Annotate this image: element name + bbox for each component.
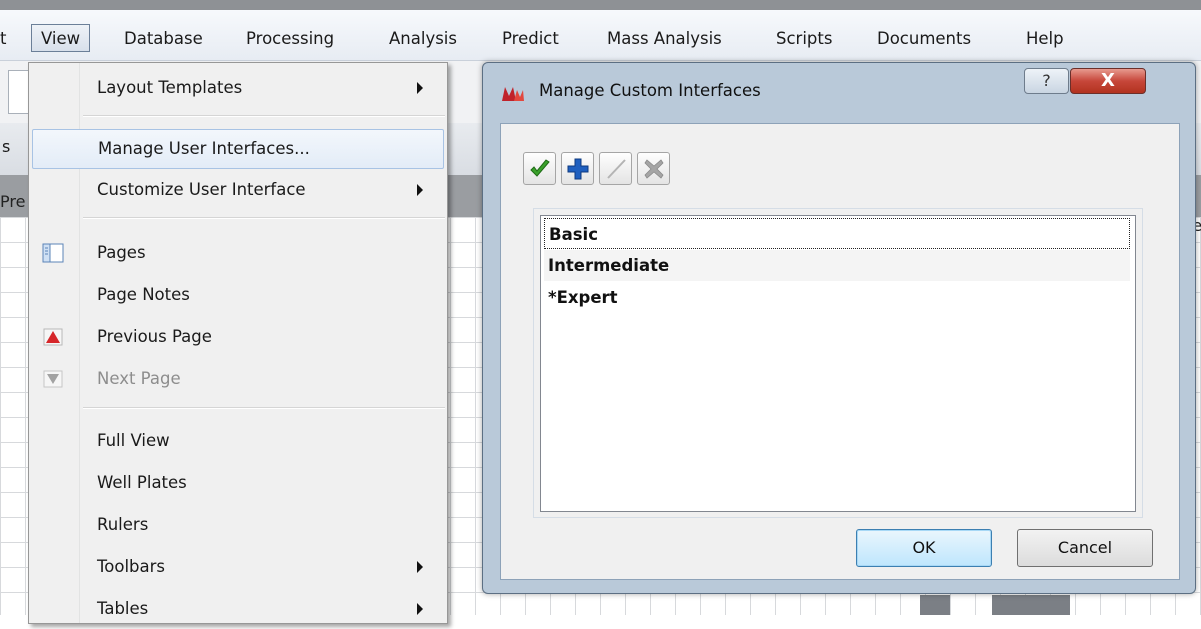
menu-item-label: Rulers	[97, 515, 149, 534]
delete-interface-button[interactable]	[637, 152, 670, 185]
add-plus-icon	[567, 158, 589, 180]
menu-item-manage-user-interfaces[interactable]: Manage User Interfaces...	[32, 129, 444, 169]
interfaces-listbox[interactable]: Basic Intermediate *Expert	[540, 215, 1136, 512]
menu-analysis[interactable]: Analysis	[389, 26, 457, 52]
menu-partial-item[interactable]: t	[0, 26, 6, 52]
cancel-button[interactable]: Cancel	[1017, 529, 1153, 567]
menu-item-label: Tables	[97, 599, 149, 618]
toolbar-field[interactable]	[8, 70, 30, 114]
submenu-arrow-icon	[417, 82, 423, 94]
menu-item-rulers[interactable]: Rulers	[29, 505, 447, 545]
menu-item-toolbars[interactable]: Toolbars	[29, 547, 447, 587]
add-interface-button[interactable]	[561, 152, 594, 185]
menu-item-label: Full View	[97, 431, 170, 450]
menu-predict[interactable]: Predict	[502, 26, 559, 52]
menu-item-label: Customize User Interface	[97, 180, 306, 199]
menu-item-well-plates[interactable]: Well Plates	[29, 463, 447, 503]
dialog-title: Manage Custom Interfaces	[539, 81, 761, 100]
menu-bar: t View Database Processing Analysis Pred…	[0, 10, 1201, 61]
menu-item-customize-user-interface[interactable]: Customize User Interface	[29, 170, 447, 210]
menu-item-label: Next Page	[97, 369, 181, 388]
submenu-arrow-icon	[417, 184, 423, 196]
pages-icon	[42, 242, 64, 264]
apply-check-icon	[530, 159, 550, 177]
next-page-icon	[42, 368, 64, 390]
menu-mass-analysis[interactable]: Mass Analysis	[607, 26, 722, 52]
interface-item-expert[interactable]: *Expert	[544, 282, 1130, 313]
manage-custom-interfaces-dialog: Manage Custom Interfaces ? X Basic Inter…	[482, 62, 1196, 594]
menu-view[interactable]: View	[31, 24, 91, 52]
menu-item-pages[interactable]: Pages	[29, 233, 447, 273]
menu-item-label: Well Plates	[97, 473, 187, 492]
menu-scripts[interactable]: Scripts	[776, 26, 832, 52]
submenu-arrow-icon	[417, 561, 423, 573]
submenu-arrow-icon	[417, 603, 423, 615]
menu-item-label: Layout Templates	[97, 78, 243, 97]
previous-page-icon	[42, 326, 64, 348]
help-button[interactable]: ?	[1024, 68, 1069, 94]
menu-help[interactable]: Help	[1026, 26, 1064, 52]
app-logo-icon	[501, 84, 525, 102]
menu-item-label: Page Notes	[97, 285, 190, 304]
menu-item-previous-page[interactable]: Previous Page	[29, 317, 447, 357]
menu-item-label: Toolbars	[97, 557, 166, 576]
edit-interface-button[interactable]	[599, 152, 632, 185]
menu-item-label: Previous Page	[97, 327, 212, 346]
menu-database[interactable]: Database	[124, 26, 203, 52]
delete-x-icon	[644, 159, 664, 179]
partial-left-label: Pre	[0, 192, 26, 211]
menu-item-label: Manage User Interfaces...	[98, 139, 310, 158]
bottom-dark-blocks	[920, 595, 1070, 615]
interface-item-basic[interactable]: Basic	[544, 218, 1130, 249]
dialog-client-area: Basic Intermediate *Expert OK Cancel	[500, 123, 1180, 580]
menu-separator	[83, 407, 445, 409]
menu-item-tables[interactable]: Tables	[29, 589, 447, 629]
edit-pencil-icon	[607, 159, 626, 179]
tab-partial-label[interactable]: s	[2, 137, 10, 156]
menu-separator	[83, 115, 445, 117]
menu-item-next-page[interactable]: Next Page	[29, 359, 447, 399]
menu-item-page-notes[interactable]: Page Notes	[29, 275, 447, 315]
menu-processing[interactable]: Processing	[246, 26, 334, 52]
menu-documents[interactable]: Documents	[877, 26, 971, 52]
menu-item-label: Pages	[97, 243, 146, 262]
menu-item-full-view[interactable]: Full View	[29, 421, 447, 461]
apply-button[interactable]	[523, 152, 556, 185]
ok-button[interactable]: OK	[856, 529, 992, 567]
view-menu-dropdown: Layout Templates Manage User Interfaces.…	[28, 62, 448, 624]
menu-item-layout-templates[interactable]: Layout Templates	[29, 68, 447, 108]
interface-item-intermediate[interactable]: Intermediate	[544, 250, 1130, 281]
close-button[interactable]: X	[1070, 68, 1146, 94]
window-top-border	[0, 0, 1201, 10]
menu-separator	[83, 217, 445, 219]
